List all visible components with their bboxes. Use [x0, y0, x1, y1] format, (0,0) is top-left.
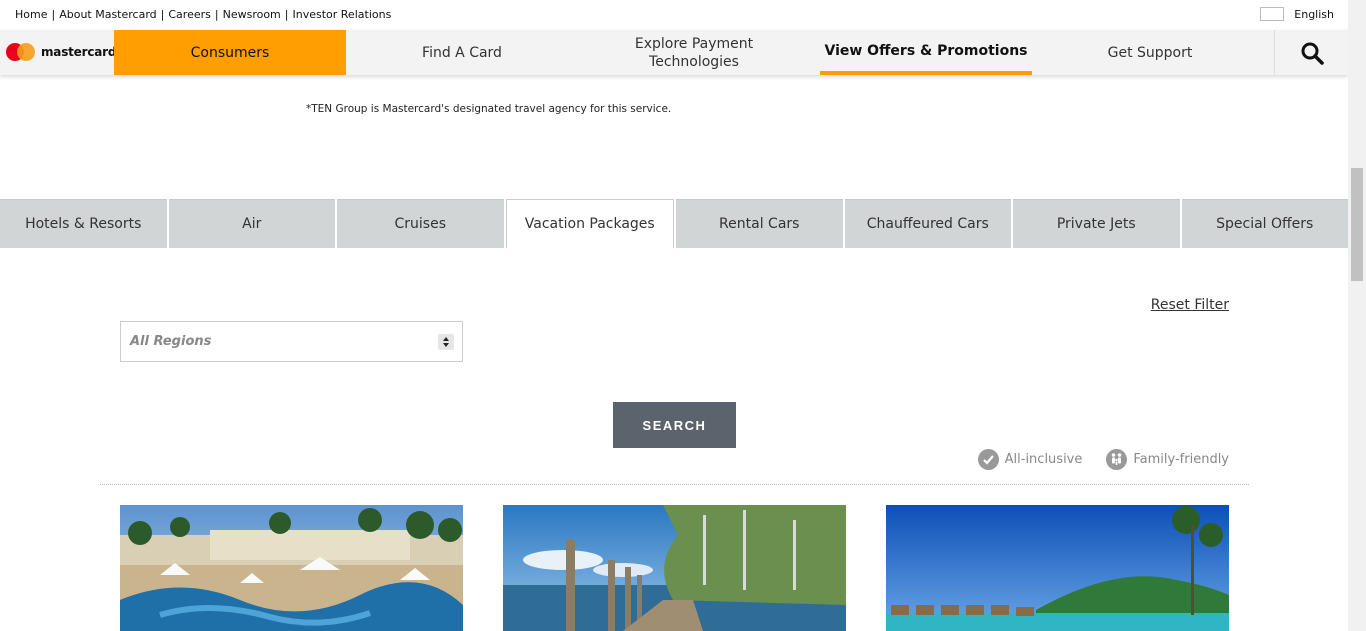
legend-all-inclusive: All-inclusive	[977, 449, 1083, 470]
nav-find-a-card[interactable]: Find A Card	[346, 30, 578, 75]
tropical-bungalow-image	[886, 505, 1229, 631]
tab-cruises[interactable]: Cruises	[337, 199, 504, 248]
checkmark-icon	[977, 449, 999, 470]
language-label: English	[1294, 7, 1334, 21]
nav-get-support[interactable]: Get Support	[1032, 30, 1268, 75]
region-select[interactable]: All Regions	[120, 321, 463, 362]
tab-vacation-packages[interactable]: Vacation Packages	[505, 199, 674, 248]
mastercard-circles-icon	[6, 43, 36, 61]
flag-icon	[1260, 7, 1285, 21]
tab-chauffeured-cars[interactable]: Chauffeured Cars	[844, 199, 1011, 248]
page-scrollbar[interactable]	[1348, 0, 1366, 631]
category-tabs: Hotels & Resorts Air Cruises Vacation Pa…	[0, 199, 1348, 248]
search-icon	[1301, 42, 1324, 65]
offer-card-image-resort[interactable]	[120, 505, 463, 631]
family-icon	[1106, 449, 1128, 470]
scrollbar-thumb[interactable]	[1351, 168, 1363, 281]
travel-agency-note: *TEN Group is Mastercard's designated tr…	[306, 103, 672, 115]
select-arrows-icon	[438, 334, 454, 350]
offer-card-image-tropical[interactable]	[886, 505, 1229, 631]
nav-search-button[interactable]	[1274, 30, 1348, 75]
link-about[interactable]: About Mastercard	[59, 8, 156, 21]
tab-special-offers[interactable]: Special Offers	[1181, 199, 1348, 248]
link-careers[interactable]: Careers	[168, 8, 211, 21]
offer-card-image-lake[interactable]	[503, 505, 846, 631]
legend-family-friendly-label: Family-friendly	[1133, 452, 1229, 467]
language-selector[interactable]: English	[1260, 7, 1334, 21]
tab-rental-cars[interactable]: Rental Cars	[676, 199, 843, 248]
nav-consumers[interactable]: Consumers	[114, 30, 346, 75]
utility-links: Home | About Mastercard | Careers | Newsroom | I…	[15, 8, 392, 21]
logo-text: mastercard	[41, 45, 117, 59]
main-nav: mastercard Consumers Find A Card Explore…	[0, 30, 1348, 75]
amenity-legend: All-inclusive Family-friendly	[977, 449, 1229, 470]
link-newsroom[interactable]: Newsroom	[223, 8, 281, 21]
nav-explore-line1: Explore Payment	[634, 35, 754, 52]
nav-explore-line2: Technologies	[649, 53, 739, 70]
tab-air[interactable]: Air	[168, 199, 335, 248]
nav-explore-payment[interactable]: Explore Payment Technologies	[578, 30, 810, 75]
reset-filter-link[interactable]: Reset Filter	[1151, 297, 1229, 313]
resort-pool-image	[120, 505, 463, 631]
search-button[interactable]: SEARCH	[613, 402, 736, 448]
region-selected-value: All Regions	[130, 334, 212, 349]
legend-all-inclusive-label: All-inclusive	[1004, 452, 1083, 467]
tab-hotels-resorts[interactable]: Hotels & Resorts	[0, 199, 167, 248]
mastercard-logo[interactable]: mastercard	[6, 43, 116, 61]
lake-jetty-image	[503, 505, 846, 631]
link-home[interactable]: Home	[15, 8, 47, 21]
tab-private-jets[interactable]: Private Jets	[1013, 199, 1180, 248]
nav-view-offers[interactable]: View Offers & Promotions	[820, 30, 1032, 75]
results-divider	[100, 484, 1249, 485]
utility-bar: Home | About Mastercard | Careers | Newsroom | I…	[0, 0, 1348, 30]
legend-family-friendly: Family-friendly	[1106, 449, 1229, 470]
link-investor-relations[interactable]: Investor Relations	[293, 8, 392, 21]
